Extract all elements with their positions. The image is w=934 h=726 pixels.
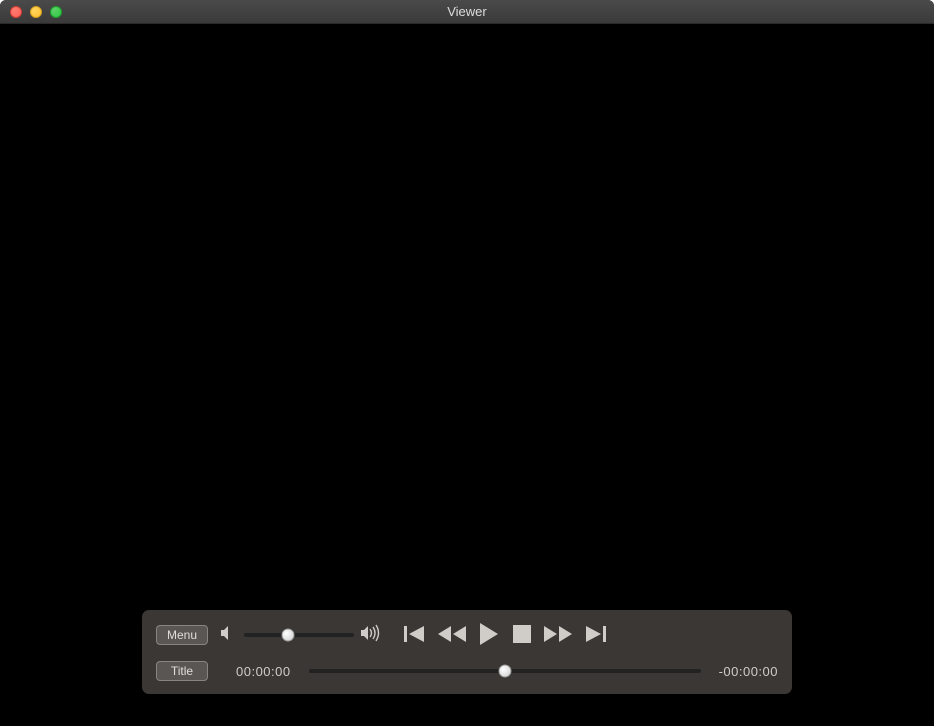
next-button[interactable] [580,621,610,650]
playback-controller: Menu [142,610,792,694]
play-icon [476,621,502,650]
stop-icon [510,622,534,649]
video-area[interactable]: Menu [0,24,934,726]
controller-top-row: Menu [156,620,778,650]
rewind-button[interactable] [434,621,470,650]
volume-low-icon [220,625,238,646]
time-elapsed: 00:00:00 [236,664,291,679]
play-button[interactable] [474,619,504,652]
fast-forward-button[interactable] [540,621,576,650]
progress-slider[interactable] [309,669,701,673]
stop-button[interactable] [508,620,536,651]
rewind-icon [436,623,468,648]
traffic-lights [0,6,62,18]
controller-bottom-row: Title 00:00:00 -00:00:00 [156,660,778,682]
titlebar[interactable]: Viewer [0,0,934,24]
playback-controls [400,619,610,652]
volume-slider-thumb[interactable] [282,629,295,642]
previous-button[interactable] [400,621,430,650]
skip-previous-icon [402,623,428,648]
maximize-window-button[interactable] [50,6,62,18]
time-remaining: -00:00:00 [719,664,778,679]
window-title: Viewer [0,4,934,19]
skip-next-icon [582,623,608,648]
menu-button[interactable]: Menu [156,625,208,645]
title-button[interactable]: Title [156,661,208,681]
viewer-window: Viewer Menu [0,0,934,726]
volume-section [220,624,384,647]
fast-forward-icon [542,623,574,648]
volume-slider[interactable] [244,633,354,637]
close-window-button[interactable] [10,6,22,18]
volume-high-icon [360,624,384,647]
minimize-window-button[interactable] [30,6,42,18]
progress-slider-thumb[interactable] [498,665,511,678]
